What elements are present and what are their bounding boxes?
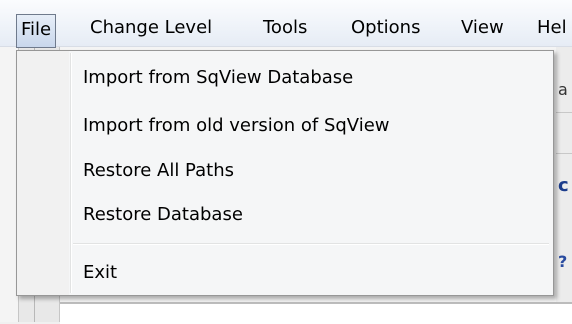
menu-help[interactable]: Hel <box>537 14 567 44</box>
menu-item-import-old-version[interactable]: Import from old version of SqView <box>83 110 390 142</box>
menu-item-import-sqview-database[interactable]: Import from SqView Database <box>83 62 353 94</box>
background-content-area <box>60 302 572 324</box>
menu-item-exit[interactable]: Exit <box>83 257 117 289</box>
menu-icon-gutter <box>17 51 69 295</box>
menu-bar: File Change Level Tools Options View Hel <box>0 0 572 48</box>
background-icon-fragment: ? <box>558 252 568 271</box>
file-menu-dropdown: Import from SqView Database Import from … <box>16 50 554 296</box>
menu-item-restore-database[interactable]: Restore Database <box>83 199 243 231</box>
menu-options[interactable]: Options <box>351 14 420 44</box>
menu-tools[interactable]: Tools <box>263 14 307 44</box>
background-text-fragment: a <box>558 80 568 99</box>
menu-gutter-divider <box>70 53 72 293</box>
menu-file[interactable]: File <box>16 14 57 48</box>
menu-separator <box>73 243 549 245</box>
background-toolbar-fragment <box>556 112 572 154</box>
menu-change-level[interactable]: Change Level <box>90 14 212 44</box>
menu-item-restore-all-paths[interactable]: Restore All Paths <box>83 155 234 187</box>
background-text-fragment: c <box>558 175 569 196</box>
menu-view[interactable]: View <box>461 14 504 44</box>
